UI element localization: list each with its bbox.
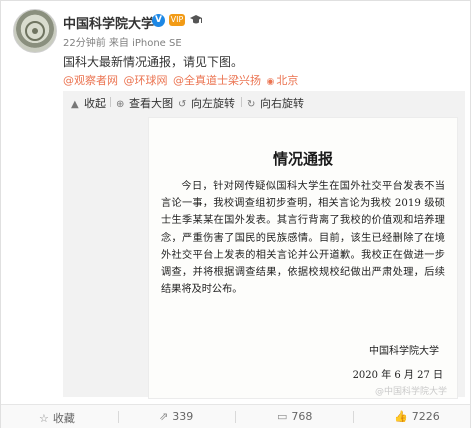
image-watermark: @中国科学院大学 — [374, 387, 447, 397]
action-bar: ☆ 收藏 ⇗ 339 ▭ 768 👍 7226 — [1, 404, 470, 428]
zoom-icon: ⊕ — [116, 99, 125, 110]
comment-button[interactable]: ▭ 768 — [277, 410, 312, 423]
like-count: 7226 — [411, 410, 440, 423]
notice-date: 2020 年 6 月 27 日 — [352, 370, 443, 381]
notice-image[interactable]: 情况通报 今日，针对网传疑似国科大学生在国外社交平台发表不当言论一事，我校调查组… — [148, 117, 458, 399]
verified-icon: V — [152, 14, 165, 27]
toolbar-divider — [110, 97, 111, 107]
avatar[interactable] — [13, 9, 57, 53]
rotate-left-icon: ↺ — [178, 99, 187, 110]
collapse-icon: ▲ — [71, 99, 79, 110]
favorite-label: 收藏 — [52, 412, 75, 425]
share-button[interactable]: ⇗ 339 — [159, 410, 193, 423]
comment-count: 768 — [291, 410, 313, 423]
mention-link[interactable]: @全真道士梁兴扬 — [173, 74, 261, 87]
footer-divider — [118, 411, 119, 423]
notice-signature: 中国科学院大学 — [369, 346, 439, 357]
star-icon: ☆ — [39, 412, 49, 425]
rotate-right-icon: ↻ — [247, 99, 256, 110]
post-meta: 22分钟前 来自 iPhone SE — [63, 38, 182, 49]
comment-icon: ▭ — [277, 410, 288, 423]
weibo-post-card: 中国科学院大学 V VIP 22分钟前 来自 iPhone SE 国科大最新情况… — [0, 0, 471, 428]
rotate-left-button[interactable]: ↺ 向左旋转 — [178, 95, 235, 111]
share-icon: ⇗ — [159, 410, 169, 423]
emblem-icon — [25, 21, 45, 41]
mention-link[interactable]: @观察者网 — [63, 74, 118, 87]
image-toolbar: ▲ 收起 ⊕ 查看大图 ↺ 向左旋转 ↻ 向右旋转 — [63, 91, 465, 113]
rotate-right-button[interactable]: ↻ 向右旋转 — [247, 95, 304, 111]
post-text: 国科大最新情况通报，请见下图。 — [63, 55, 244, 69]
toolbar-divider — [172, 97, 173, 107]
thumbs-up-icon: 👍 — [394, 410, 408, 423]
graduation-cap-icon[interactable] — [189, 13, 203, 27]
view-large-label: 查看大图 — [129, 97, 173, 110]
rotate-left-label: 向左旋转 — [191, 97, 235, 110]
username[interactable]: 中国科学院大学 — [63, 13, 154, 32]
rotate-right-label: 向右旋转 — [260, 97, 304, 110]
footer-divider — [353, 411, 354, 423]
like-button[interactable]: 👍 7226 — [394, 410, 440, 423]
collapse-label: 收起 — [84, 97, 106, 110]
view-large-button[interactable]: ⊕ 查看大图 — [116, 95, 173, 111]
notice-body: 今日，针对网传疑似国科大学生在国外社交平台发表不当言论一事，我校调查组初步查明，… — [161, 181, 445, 296]
share-count: 339 — [172, 410, 194, 423]
mention-tags: @观察者网 @环球网 @全真道士梁兴扬 北京 — [63, 72, 300, 88]
favorite-button[interactable]: ☆ 收藏 — [39, 410, 75, 426]
collapse-button[interactable]: ▲ 收起 — [71, 95, 106, 111]
vip-badge-icon[interactable]: VIP — [169, 14, 185, 26]
mention-link[interactable]: @环球网 — [124, 74, 168, 87]
location-link[interactable]: 北京 — [267, 74, 299, 87]
toolbar-divider — [241, 97, 242, 107]
footer-divider — [235, 411, 236, 423]
notice-title: 情况通报 — [272, 150, 333, 168]
